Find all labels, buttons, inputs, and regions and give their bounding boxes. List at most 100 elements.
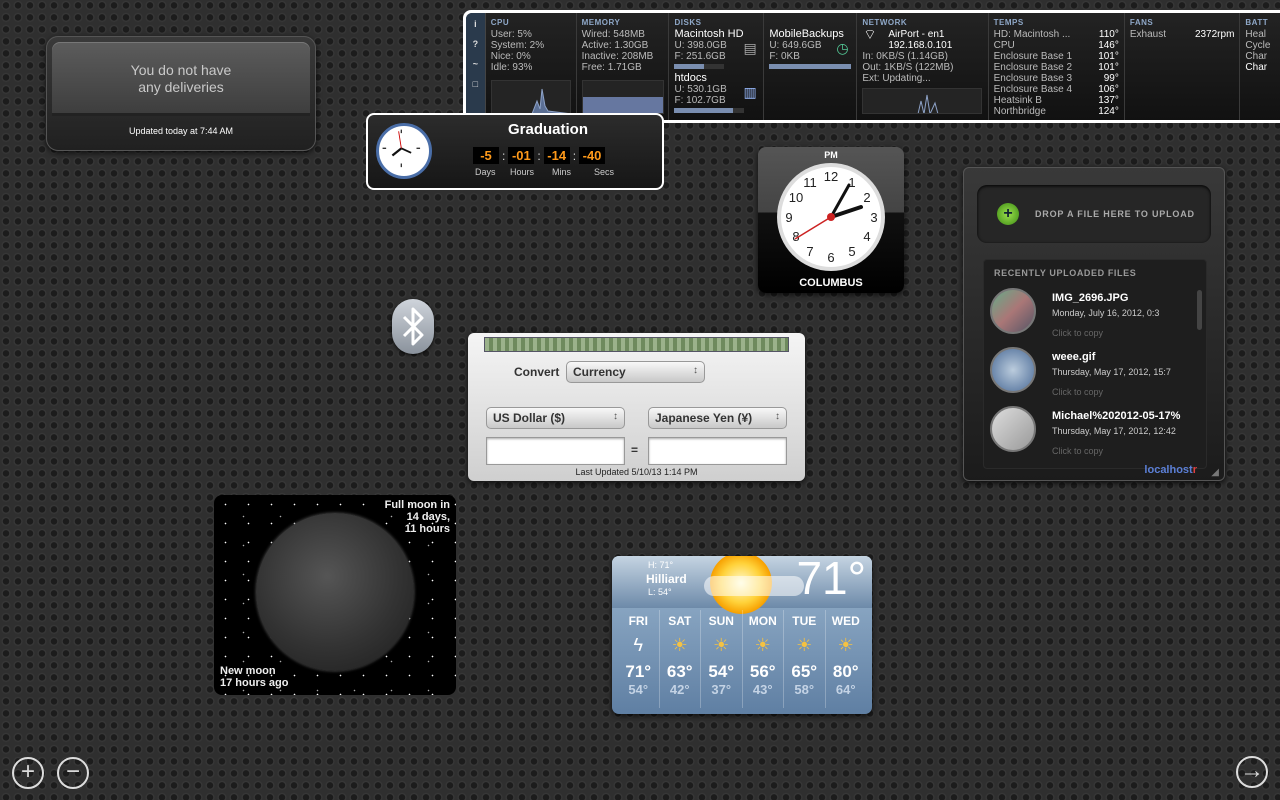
temp-row: Enclosure Base 2 101° (993, 62, 1119, 73)
file-name: weee.gif (1052, 351, 1096, 363)
network-ext: Ext: Updating... (862, 73, 931, 84)
memory-active: Active: 1.30GB (581, 40, 649, 51)
disk1-name: Macintosh HD (674, 28, 744, 40)
memory-inactive: Inactive: 208MB (581, 51, 654, 62)
from-amount-input[interactable] (486, 437, 625, 465)
world-clock-widget[interactable]: PM 12 1 2 345 678 9 10 11 COLUMBUS (758, 147, 904, 293)
copy-link[interactable]: Click to copy (1052, 387, 1103, 397)
countdown-widget[interactable]: Graduation -5: -01: -14: -40 Days Hours … (366, 113, 664, 190)
from-currency-select[interactable]: US Dollar ($) (486, 407, 625, 429)
to-amount-input[interactable] (648, 437, 787, 465)
memory-graph (581, 80, 664, 114)
svg-text:7: 7 (806, 244, 813, 259)
sun-rain-icon: ☀ (671, 635, 688, 655)
list-item[interactable]: IMG_2696.JPG Monday, July 16, 2012, 0:3 … (990, 288, 1180, 342)
moon-phase-widget[interactable]: Full moon in 14 days, 11 hours New moon 17 … (214, 495, 456, 695)
disk2-name: htdocs (674, 72, 707, 84)
help-icon[interactable]: ? (468, 37, 482, 51)
last-updated: Last Updated 5/10/13 1:14 PM (575, 467, 698, 477)
recent-files-list: RECENTLY UPLOADED FILES IMG_2696.JPG Mon… (983, 259, 1207, 469)
localhostr-logo[interactable]: localhostr (1144, 464, 1197, 476)
forecast-day: MON ☀ 56° 43° (743, 610, 784, 708)
network-panel: NETWORK ⌔ AirPort - en1 192.168.0.101 In… (857, 13, 989, 120)
label-hours: Hours (510, 167, 535, 177)
weather-low: L: 54° (648, 587, 672, 597)
weather-widget[interactable]: H: 71° Hilliard L: 54° 71° FRI ϟ 71° 54° SA… (612, 556, 872, 714)
svg-text:12: 12 (824, 169, 838, 184)
network-ip: 192.168.0.101 (888, 40, 953, 51)
temp-row: Heatsink B 137° (993, 95, 1119, 106)
resize-handle-icon[interactable]: ◢ (1211, 467, 1219, 478)
bluetooth-widget[interactable] (392, 299, 434, 354)
cpu-title: CPU (490, 18, 510, 27)
label-days: Days (475, 167, 496, 177)
deliveries-updated: Updated today at 7:44 AM (128, 126, 234, 136)
forecast-day: SAT ☀ 63° 42° (660, 610, 701, 708)
network-iface: AirPort - en1 (888, 29, 945, 40)
unit-converter-widget[interactable]: Convert Currency US Dollar ($) Japanese … (468, 333, 805, 481)
forecast-day: FRI ϟ 71° 54° (618, 610, 660, 708)
battery-charging: Char (1245, 62, 1268, 73)
countdown-digits: -5: -01: -14: -40 (473, 147, 606, 164)
sun-cloud-icon: ☀ (837, 635, 854, 655)
backups-bar (769, 64, 852, 69)
svg-text:6: 6 (827, 250, 834, 265)
add-icon[interactable]: + (997, 203, 1019, 225)
temp-row: Enclosure Base 1 101° (993, 51, 1119, 62)
clock-ampm: PM (824, 150, 838, 160)
istat-widget[interactable]: i ? ~ □ CPU User: 5% System: 2% Nice: 0%… (463, 10, 1280, 123)
cpu-graph (490, 80, 571, 114)
sun-cloud-icon: ☀ (754, 635, 771, 655)
disk1-bar (674, 64, 725, 69)
drop-text: DROP A FILE HERE TO UPLOAD (1035, 209, 1195, 219)
clock-icon (376, 123, 432, 179)
file-date: Monday, July 16, 2012, 0:3 (1052, 308, 1160, 318)
network-out: Out: 1KB/S (122MB) (862, 62, 954, 73)
file-date: Thursday, May 17, 2012, 15:7 (1052, 367, 1171, 377)
list-item[interactable]: weee.gif Thursday, May 17, 2012, 15:7 Cl… (990, 347, 1180, 401)
scrollbar[interactable] (1197, 290, 1202, 330)
countdown-days: -5 (473, 147, 499, 164)
battery-cycles: Cycle (1245, 40, 1271, 51)
clock-city: COLUMBUS (799, 277, 863, 289)
to-currency-select[interactable]: Japanese Yen (¥) (648, 407, 787, 429)
remove-widget-button[interactable]: − (57, 757, 89, 789)
deliveries-message-1: You do not have (130, 62, 232, 78)
conversion-type-select[interactable]: Currency (566, 361, 705, 383)
cpu-panel: CPU User: 5% System: 2% Nice: 0% Idle: 9… (486, 13, 577, 120)
sun-cloud-icon: ☀ (796, 635, 813, 655)
countdown-mins: -14 (543, 147, 570, 164)
temp-row: CPU 146° (993, 40, 1119, 51)
hard-drive-icon: ▤ (743, 40, 757, 56)
cpu-system: System: 2% (490, 40, 545, 51)
network-in: In: 0KB/S (1.14GB) (862, 51, 948, 62)
info-icon[interactable]: i (468, 17, 482, 31)
cloud-icon (704, 576, 804, 596)
battery-icon[interactable]: □ (468, 77, 482, 91)
wifi-icon: ⌔ (863, 26, 877, 42)
copy-link[interactable]: Click to copy (1052, 328, 1103, 338)
file-thumbnail (990, 347, 1036, 393)
svg-text:1: 1 (848, 175, 855, 190)
label-secs: Secs (594, 167, 615, 177)
deliveries-widget[interactable]: You do not have any deliveries Updated t… (46, 36, 316, 151)
copy-link[interactable]: Click to copy (1052, 446, 1103, 456)
pulse-icon[interactable]: ~ (468, 57, 482, 71)
localhostr-widget[interactable]: + DROP A FILE HERE TO UPLOAD RECENTLY UP… (963, 167, 1225, 481)
svg-text:9: 9 (785, 210, 792, 225)
memory-panel: MEMORY Wired: 548MB Active: 1.30GB Inact… (577, 13, 670, 120)
time-machine-icon: ◷ (836, 40, 849, 56)
upload-drop-zone[interactable]: + DROP A FILE HERE TO UPLOAD (977, 185, 1211, 243)
banknote-strip (484, 337, 789, 352)
next-space-button[interactable]: → (1236, 756, 1268, 788)
file-name: Michael%202012-05-17% (1052, 410, 1181, 422)
network-title: NETWORK (862, 18, 908, 27)
temp-row: Enclosure Base 3 99° (993, 73, 1119, 84)
fans-panel: FANS Exhaust 2372rpm (1125, 13, 1241, 120)
add-widget-button[interactable]: + (12, 757, 44, 789)
svg-text:4: 4 (863, 229, 870, 244)
next-phase: Full moon in 14 days, 11 hours (384, 499, 450, 535)
lightning-icon: ϟ (633, 635, 644, 655)
moon-disc (256, 513, 414, 671)
list-item[interactable]: Michael%202012-05-17% Thursday, May 17, … (990, 406, 1180, 460)
